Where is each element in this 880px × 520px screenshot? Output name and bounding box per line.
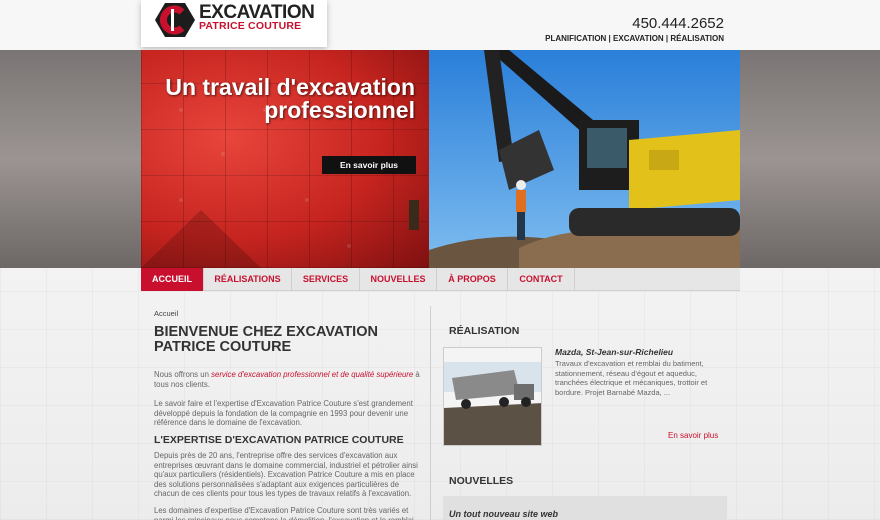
nav-item-nouvelles[interactable]: NOUVELLES	[360, 268, 437, 291]
dump-truck-illustration	[444, 348, 541, 445]
expertise-heading: L'EXPERTISE D'EXCAVATION PATRICE COUTURE	[154, 434, 404, 446]
nav-item-a-propos[interactable]: À PROPOS	[437, 268, 508, 291]
column-divider	[430, 306, 431, 520]
logo-text-sub: PATRICE COUTURE	[199, 20, 302, 32]
nav-item-realisations[interactable]: RÉALISATIONS	[204, 268, 292, 291]
expertise-paragraph: Depuis près de 20 ans, l'entreprise offr…	[154, 451, 418, 498]
phone-number[interactable]: 450.444.2652	[632, 15, 724, 32]
nav-item-contact[interactable]: CONTACT	[508, 268, 575, 291]
realisation-learn-more-link[interactable]: En savoir plus	[668, 431, 718, 440]
realisation-heading: RÉALISATION	[449, 325, 520, 337]
header-tagline: PLANIFICATION | EXCAVATION | RÉALISATION	[545, 34, 724, 43]
realisation-description: Travaux d'excavation et remblai du batim…	[555, 359, 708, 397]
breadcrumb[interactable]: Accueil	[154, 309, 178, 318]
news-heading: NOUVELLES	[449, 475, 514, 487]
realisation-title[interactable]: Mazda, St-Jean-sur-Richelieu	[555, 347, 673, 357]
nav-item-services[interactable]: SERVICES	[292, 268, 360, 291]
intro-text-start: Nous offrons un	[154, 370, 212, 379]
hero-title: Un travail d'excavation professionnel	[165, 74, 415, 123]
logo-icon	[155, 3, 195, 37]
nav-item-accueil[interactable]: ACCUEIL	[141, 268, 204, 291]
realisation-thumbnail[interactable]	[443, 347, 542, 446]
hero-panel: Un travail d'excavation professionnel En…	[141, 50, 429, 268]
page-title: BIENVENUE CHEZ EXCAVATION PATRICE COUTUR…	[154, 324, 378, 355]
main-navigation: ACCUEIL RÉALISATIONS SERVICES NOUVELLES …	[141, 268, 740, 291]
excavator-illustration	[429, 50, 740, 268]
hero-learn-more-button[interactable]: En savoir plus	[322, 156, 416, 174]
site-header	[0, 0, 880, 50]
hero-photo-excavator	[429, 50, 740, 268]
news-item-title[interactable]: Un tout nouveau site web	[449, 509, 558, 519]
intro-paragraph: Nous offrons un service d'excavation pro…	[154, 370, 422, 389]
domains-paragraph: Les domaines d'expertise d'Excavation Pa…	[154, 506, 414, 520]
history-paragraph: Le savoir faire et l'expertise d'Excavat…	[154, 399, 413, 427]
logo[interactable]: EXCAVATION PATRICE COUTURE	[141, 0, 327, 47]
intro-service-link[interactable]: service d'excavation professionnel et de…	[211, 370, 413, 379]
